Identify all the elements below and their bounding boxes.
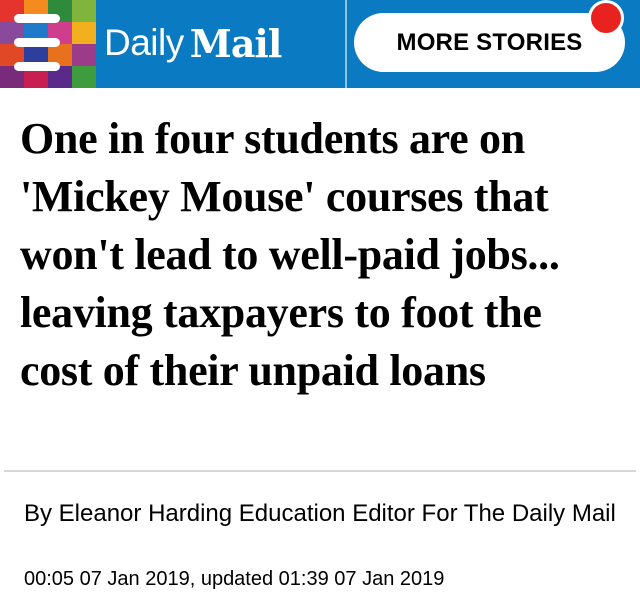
logo-daily-text: Daily: [104, 22, 184, 63]
site-header: Daily Mail MORE STORIES: [0, 0, 640, 88]
menu-bar: [14, 38, 60, 47]
daily-mail-logo[interactable]: Daily Mail: [104, 14, 283, 72]
logo-mail-text: Mail: [189, 20, 283, 66]
mosaic-tile: [72, 22, 96, 44]
mosaic-tile: [72, 0, 96, 22]
article-headline: One in four students are on 'Mickey Mous…: [20, 114, 560, 395]
notification-dot: [588, 0, 624, 36]
mosaic-tile: [72, 44, 96, 66]
more-stories-button[interactable]: MORE STORIES: [354, 13, 625, 72]
hamburger-menu-icon[interactable]: [14, 14, 60, 72]
article-byline: By Eleanor Harding Education Editor For …: [24, 500, 616, 527]
menu-bar: [14, 62, 60, 71]
mosaic-tile: [72, 66, 96, 88]
divider: [4, 470, 636, 472]
header-divider: [345, 0, 347, 88]
article-timestamp: 00:05 07 Jan 2019, updated 01:39 07 Jan …: [24, 568, 445, 590]
menu-bar: [14, 14, 60, 23]
